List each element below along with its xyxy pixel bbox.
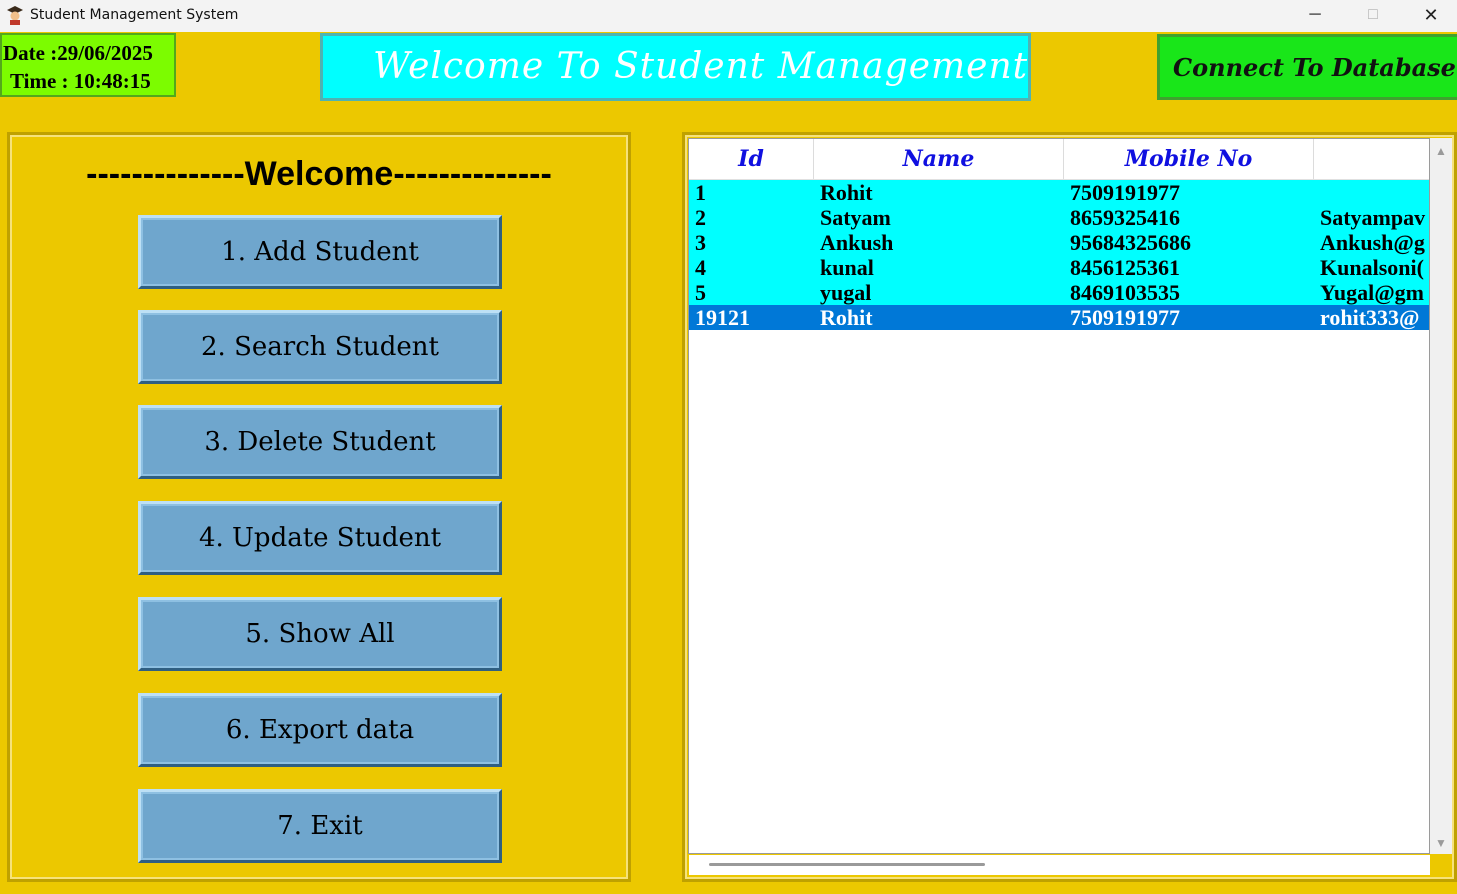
table-body: 1 Rohit 7509191977 2 Satyam 8659325416 S… (689, 180, 1429, 330)
table-row[interactable]: 1 Rohit 7509191977 (689, 180, 1429, 205)
connect-database-button[interactable]: Connect To Database (1157, 34, 1457, 100)
cell-mobile: 7509191977 (1070, 305, 1180, 330)
column-header-name[interactable]: Name (814, 139, 1064, 179)
time-label: Time : 10:48:15 (10, 69, 151, 93)
cell-email (1320, 180, 1429, 205)
horizontal-scroll-thumb[interactable] (709, 863, 985, 866)
cell-mobile: 7509191977 (1070, 180, 1180, 205)
table-header: Id Name Mobile No (689, 139, 1429, 180)
column-header-email[interactable] (1314, 139, 1429, 179)
cell-name: yugal (820, 280, 872, 305)
maximize-button[interactable]: □ (1344, 0, 1402, 30)
cell-name: kunal (820, 255, 874, 280)
cell-id: 4 (695, 255, 706, 280)
scroll-down-icon[interactable]: ▼ (1435, 836, 1447, 850)
add-student-button[interactable]: 1. Add Student (138, 215, 502, 289)
minimize-button[interactable]: ─ (1286, 0, 1344, 30)
connect-database-label: Connect To Database (1173, 52, 1456, 82)
table-row-selected[interactable]: 19121 Rohit 7509191977 rohit333@ (689, 305, 1429, 330)
update-student-label: 4. Update Student (198, 523, 442, 553)
delete-student-button[interactable]: 3. Delete Student (138, 405, 502, 479)
cell-name: Ankush (820, 230, 894, 255)
table-row[interactable]: 5 yugal 8469103535 Yugal@gm (689, 280, 1429, 305)
delete-student-label: 3. Delete Student (204, 427, 436, 457)
cell-email: Satyampav (1320, 205, 1426, 230)
cell-id: 19121 (695, 305, 750, 330)
cell-id: 3 (695, 230, 706, 255)
cell-mobile: 95684325686 (1070, 230, 1191, 255)
graduate-icon (7, 6, 23, 25)
welcome-banner: Welcome To Student Management Syst (320, 33, 1031, 101)
menu-panel: --------------Welcome-------------- 1. A… (7, 132, 631, 882)
cell-name: Rohit (820, 180, 873, 205)
datetime-panel: Date :29/06/2025 Time : 10:48:15 (0, 33, 176, 97)
window-titlebar: Student Management System ─ □ ✕ (0, 0, 1457, 32)
export-data-label: 6. Export data (225, 715, 415, 745)
table-row[interactable]: 4 kunal 8456125361 Kunalsoni( (689, 255, 1429, 280)
cell-mobile: 8469103535 (1070, 280, 1180, 305)
banner-text: Welcome To Student Management Syst (373, 46, 1029, 87)
table-row[interactable]: 3 Ankush 95684325686 Ankush@g (689, 230, 1429, 255)
scroll-up-icon[interactable]: ▲ (1435, 144, 1447, 158)
window-title: Student Management System (30, 7, 239, 23)
export-data-button[interactable]: 6. Export data (138, 693, 502, 767)
column-header-mobile[interactable]: Mobile No (1064, 139, 1314, 179)
exit-label: 7. Exit (277, 811, 363, 841)
search-student-button[interactable]: 2. Search Student (138, 310, 502, 384)
cell-name: Satyam (820, 205, 891, 230)
cell-email: Yugal@gm (1320, 280, 1425, 305)
table-row[interactable]: 2 Satyam 8659325416 Satyampav (689, 205, 1429, 230)
show-all-label: 5. Show All (245, 619, 395, 649)
search-student-label: 2. Search Student (201, 332, 439, 362)
column-header-id[interactable]: Id (689, 139, 814, 179)
close-button[interactable]: ✕ (1402, 0, 1457, 30)
student-table[interactable]: Id Name Mobile No 1 Rohit 7509191977 2 S… (688, 138, 1430, 854)
cell-id: 1 (695, 180, 706, 205)
show-all-button[interactable]: 5. Show All (138, 597, 502, 671)
cell-email: Ankush@g (1320, 230, 1425, 255)
add-student-label: 1. Add Student (221, 237, 419, 267)
cell-mobile: 8659325416 (1070, 205, 1180, 230)
maximize-icon: □ (1368, 6, 1378, 23)
cell-email: rohit333@ (1320, 305, 1420, 330)
update-student-button[interactable]: 4. Update Student (138, 501, 502, 575)
close-icon: ✕ (1423, 4, 1439, 25)
cell-mobile: 8456125361 (1070, 255, 1180, 280)
cell-id: 5 (695, 280, 706, 305)
cell-name: Rohit (820, 305, 873, 330)
cell-id: 2 (695, 205, 706, 230)
minimize-icon: ─ (1309, 6, 1321, 23)
welcome-heading: --------------Welcome-------------- (86, 155, 552, 193)
exit-button[interactable]: 7. Exit (138, 789, 502, 863)
cell-email: Kunalsoni( (1320, 255, 1424, 280)
date-label: Date :29/06/2025 (3, 41, 153, 65)
vertical-scrollbar[interactable]: ▲ ▼ (1430, 138, 1452, 854)
